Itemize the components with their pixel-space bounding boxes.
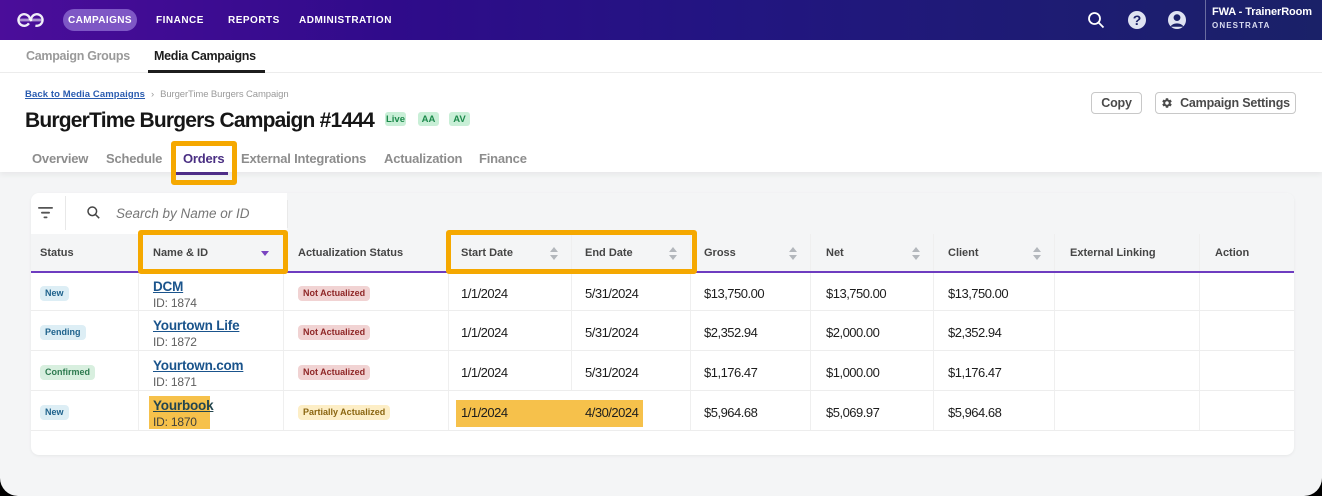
svg-text:?: ? [1133, 12, 1142, 28]
